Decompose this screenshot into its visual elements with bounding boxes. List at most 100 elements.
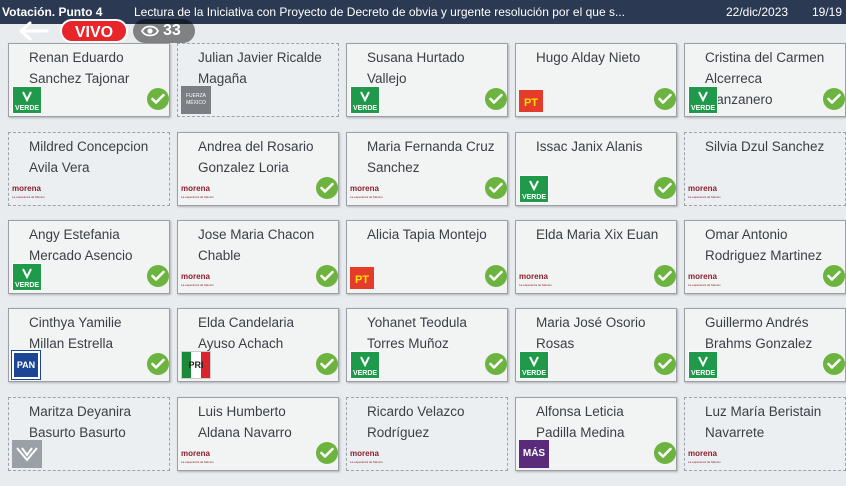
verde-logo: VERDE — [519, 351, 549, 379]
check-icon — [654, 353, 676, 375]
legislator-card: Julian Javier Ricalde Magaña FUERZA MÉXICO — [177, 43, 339, 117]
mas-logo: MÁS — [519, 440, 549, 468]
legislator-card: Yohanet Teodula Torres Muñoz VERDE — [346, 308, 508, 382]
check-icon — [654, 265, 676, 287]
initiative-title: Lectura de la Iniciativa con Proyecto de… — [134, 5, 625, 19]
morena-logo: morena La esperanza de México — [181, 272, 214, 287]
pt-logo: PT — [519, 90, 543, 112]
check-icon — [823, 353, 845, 375]
eye-icon — [141, 25, 159, 37]
check-icon — [147, 265, 169, 287]
legislator-card: Maria Fernanda Cruz Sanchez morena La esper… — [346, 132, 508, 206]
legislator-name: Elda Maria Xix Euan — [536, 227, 659, 242]
live-badge: VIVO — [60, 19, 128, 43]
morena-logo: morena La esperanza de México — [688, 449, 721, 464]
check-icon — [485, 265, 507, 287]
morena-logo: morena La esperanza de México — [181, 449, 214, 464]
viewer-count-badge: 33 — [133, 19, 195, 43]
legislator-card: Silvia Dzul Sanchez morena La esperanza de… — [684, 132, 846, 206]
fm-logo: FUERZA MÉXICO — [181, 86, 211, 114]
check-icon — [654, 442, 676, 464]
legislator-card: Ricardo Velazco Rodríguez morena La esperan… — [346, 397, 508, 471]
check-icon — [316, 177, 338, 199]
legislator-name: Julian Javier Ricalde Magaña — [198, 50, 322, 86]
vote-count: 19/19 — [812, 5, 843, 19]
legislator-name: Luis Humberto Aldana Navarro — [198, 404, 292, 440]
legislator-name: Susana Hurtado Vallejo — [367, 50, 465, 86]
vote-label: Votación. Punto 4 — [2, 5, 103, 19]
top-bar: Votación. Punto 4 Lectura de la Iniciati… — [0, 0, 846, 24]
morena-logo: morena La esperanza de México — [12, 184, 45, 199]
legislator-card: Hugo Alday Nieto PT — [515, 43, 677, 117]
legislator-card: Luis Humberto Aldana Navarro morena La espe… — [177, 397, 339, 471]
legislator-card: Cinthya Yamilie Millan Estrella PAN — [8, 308, 170, 382]
legislator-card: Alfonsa Leticia Padilla Medina MÁS — [515, 397, 677, 471]
session-date: 22/dic/2023 — [726, 5, 789, 19]
check-icon — [823, 88, 845, 110]
check-icon — [654, 177, 676, 199]
legislator-name: Renan Eduardo Sanchez Tajonar — [29, 50, 130, 86]
check-icon — [654, 88, 676, 110]
verde-logo: VERDE — [688, 351, 718, 379]
legislator-name: Omar Antonio Rodriguez Martinez — [705, 227, 823, 263]
verde-logo: VERDE — [350, 351, 380, 379]
legislator-name: Maritza Deyanira Basurto Basurto — [29, 404, 132, 440]
morena-logo: morena La esperanza de México — [350, 449, 383, 464]
legislator-name: Mildred Concepcion Avila Vera — [29, 139, 149, 175]
legislator-name: Ricardo Velazco Rodríguez — [367, 404, 465, 440]
legislator-name: Angy Estefania Mercado Asencio — [29, 227, 133, 263]
check-icon — [147, 353, 169, 375]
verde-logo: VERDE — [350, 86, 380, 114]
verde-logo: VERDE — [519, 175, 549, 203]
morena-logo: morena La esperanza de México — [688, 184, 721, 199]
check-icon — [485, 353, 507, 375]
legislator-card: Elda Candelaria Ayuso Achach PRI — [177, 308, 339, 382]
legislator-name: Andrea del Rosario Gonzalez Loria — [198, 139, 314, 175]
morena-logo: morena La esperanza de México — [350, 184, 383, 199]
check-icon — [316, 265, 338, 287]
legislator-name: Luz María Beristain Navarrete — [705, 404, 822, 440]
legislator-name: Hugo Alday Nieto — [536, 50, 641, 65]
pan-logo: PAN — [11, 350, 41, 380]
legislator-card: Maritza Deyanira Basurto Basurto — [8, 397, 170, 471]
back-arrow-icon[interactable] — [18, 20, 50, 42]
legislator-card: Mildred Concepcion Avila Vera morena La esp… — [8, 132, 170, 206]
legislator-card: Alicia Tapia Montejo PT — [346, 220, 508, 294]
legislator-card: Luz María Beristain Navarrete morena La esp… — [684, 397, 846, 471]
legislator-name: Issac Janix Alanis — [536, 139, 643, 154]
morena-logo: morena La esperanza de México — [519, 272, 552, 287]
verde-logo: VERDE — [688, 86, 718, 114]
legislator-name: Cinthya Yamilie Millan Estrella — [29, 315, 122, 351]
morena-logo: morena La esperanza de México — [688, 272, 721, 287]
legislator-name: Maria Fernanda Cruz Sanchez — [367, 139, 495, 175]
legislator-card: Guillermo Andrés Brahms Gonzalez VERDE — [684, 308, 846, 382]
legislator-card: Angy Estefania Mercado Asencio VERDE — [8, 220, 170, 294]
check-icon — [316, 353, 338, 375]
legislator-name: Alfonsa Leticia Padilla Medina — [536, 404, 625, 440]
legislator-card: Cristina del Carmen Alcerreca Manzanero VE… — [684, 43, 846, 117]
legislator-card: Susana Hurtado Vallejo VERDE — [346, 43, 508, 117]
legislator-name: Guillermo Andrés Brahms Gonzalez — [705, 315, 813, 351]
verde-logo: VERDE — [12, 263, 42, 291]
check-icon — [485, 88, 507, 110]
legislator-name: Jose Maria Chacon Chable — [198, 227, 315, 263]
check-icon — [823, 265, 845, 287]
legislator-name: Alicia Tapia Montejo — [367, 227, 487, 242]
legislator-card: Issac Janix Alanis VERDE — [515, 132, 677, 206]
legislator-name: Yohanet Teodula Torres Muñoz — [367, 315, 467, 351]
morena-logo: morena La esperanza de México — [181, 184, 214, 199]
legislator-card: Maria José Osorio Rosas VERDE — [515, 308, 677, 382]
pri-logo: PRI — [181, 351, 211, 379]
mc-logo — [12, 440, 42, 468]
check-icon — [147, 88, 169, 110]
legislator-name: Maria José Osorio Rosas — [536, 315, 646, 351]
legislator-card: Omar Antonio Rodriguez Martinez morena La e… — [684, 220, 846, 294]
legislator-name: Elda Candelaria Ayuso Achach — [198, 315, 295, 351]
legislator-card: Jose Maria Chacon Chable morena La esperanz… — [177, 220, 339, 294]
legislator-card: Andrea del Rosario Gonzalez Loria morena La… — [177, 132, 339, 206]
pt-logo: PT — [350, 267, 374, 289]
legislator-name: Silvia Dzul Sanchez — [705, 139, 825, 154]
viewer-count: 33 — [163, 22, 181, 39]
legislator-card: Elda Maria Xix Euan morena La esperanza de… — [515, 220, 677, 294]
legislator-card: Renan Eduardo Sanchez Tajonar VERDE — [8, 43, 170, 117]
